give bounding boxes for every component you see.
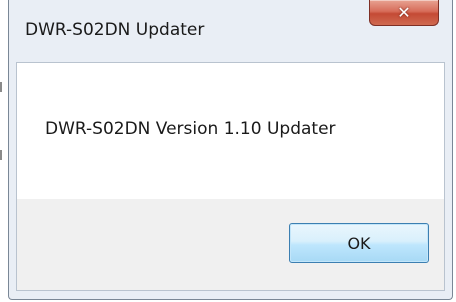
ok-button[interactable]: OK: [289, 223, 429, 263]
button-bar: OK: [17, 199, 444, 290]
screen: DWR-S02DN Updater ✕ DWR-S02DN Version 1.…: [0, 0, 456, 302]
title-bar[interactable]: DWR-S02DN Updater ✕: [9, 0, 452, 62]
updater-dialog: DWR-S02DN Updater ✕ DWR-S02DN Version 1.…: [8, 0, 453, 300]
background-edge: [0, 82, 2, 92]
close-button[interactable]: ✕: [369, 0, 439, 26]
dialog-content: DWR-S02DN Version 1.10 Updater OK: [16, 62, 445, 291]
close-icon: ✕: [397, 3, 411, 22]
window-title: DWR-S02DN Updater: [25, 20, 205, 40]
dialog-message: DWR-S02DN Version 1.10 Updater: [45, 119, 336, 139]
background-edge: [0, 150, 2, 160]
